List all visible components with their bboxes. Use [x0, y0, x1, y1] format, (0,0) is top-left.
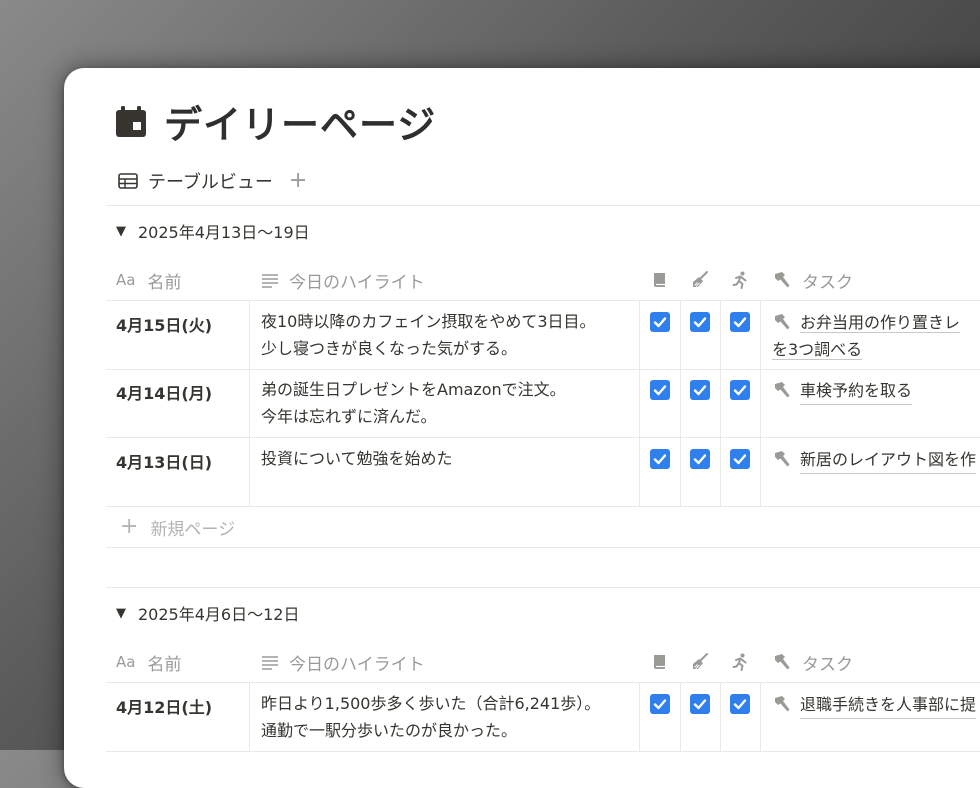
task-link[interactable]: 車検予約を取る — [800, 377, 913, 405]
running-icon — [730, 270, 750, 290]
view-tabs: テーブルビュー + — [118, 168, 307, 194]
column-header-highlight[interactable]: 今日のハイライト — [250, 260, 640, 300]
reading-checkbox[interactable] — [650, 380, 670, 400]
column-header-exercise[interactable] — [720, 642, 761, 682]
table-icon — [118, 173, 138, 189]
column-header-exercise[interactable] — [720, 260, 761, 300]
row-date[interactable]: 4月15日(火) — [116, 301, 249, 336]
page-title-row: デイリーページ — [114, 94, 436, 149]
new-page-button[interactable]: + 新規ページ — [106, 507, 980, 548]
database-page-window: デイリーページ テーブルビュー + ▼ 2025年4月13日～19日 Aa 名前 … — [64, 68, 980, 788]
cleaning-checkbox[interactable] — [690, 380, 710, 400]
column-header-name[interactable]: Aa 名前 — [106, 642, 250, 682]
row-highlight[interactable]: 弟の誕生日プレゼントをAmazonで注文。 今年は忘れずに済んだ。 — [261, 369, 639, 430]
task-relation: 退職手続きを人事部に提 — [772, 683, 980, 719]
text-lines-icon — [262, 656, 278, 670]
hammer-icon — [772, 694, 792, 714]
table-header-row: Aa 名前 今日のハイライト タスク — [106, 260, 980, 301]
row-date[interactable]: 4月12日(土) — [116, 683, 249, 718]
column-header-task[interactable]: タスク — [760, 260, 980, 300]
column-header-cleaning[interactable] — [680, 642, 721, 682]
exercise-checkbox[interactable] — [730, 694, 750, 714]
exercise-checkbox[interactable] — [730, 380, 750, 400]
cleaning-checkbox[interactable] — [690, 312, 710, 332]
hammer-icon — [772, 270, 792, 290]
task-link[interactable]: 新居のレイアウト図を作 — [800, 446, 977, 474]
task-relation: 新居のレイアウト図を作 — [772, 438, 980, 474]
table-header-row: Aa 名前 今日のハイライト タスク — [106, 642, 980, 683]
group-week-2: ▼ 2025年4月6日～12日 Aa 名前 今日のハイライト タスク 4月12日(… — [106, 588, 980, 788]
group-week-1: ▼ 2025年4月13日～19日 Aa 名前 今日のハイライト タスク 4月15日… — [106, 206, 980, 616]
broom-icon — [690, 270, 710, 290]
task-link-cont[interactable]: を3つ調べる — [772, 340, 863, 360]
text-property-icon: Aa — [116, 653, 136, 671]
calendar-icon — [116, 105, 146, 137]
reading-checkbox[interactable] — [650, 312, 670, 332]
text-property-icon: Aa — [116, 271, 136, 289]
hammer-icon — [772, 449, 792, 469]
row-highlight[interactable]: 投資について勉強を始めた — [261, 438, 639, 472]
broom-icon — [690, 652, 710, 672]
group-label: 2025年4月6日～12日 — [138, 605, 300, 624]
table-row[interactable]: 4月13日(日) 投資について勉強を始めた 新居のレイアウト図を作 — [106, 438, 980, 507]
column-header-task[interactable]: タスク — [760, 642, 980, 682]
column-header-name[interactable]: Aa 名前 — [106, 260, 250, 300]
collapse-triangle-icon[interactable]: ▼ — [116, 224, 126, 239]
row-date[interactable]: 4月13日(日) — [116, 438, 249, 473]
hammer-icon — [772, 652, 792, 672]
task-relation: 車検予約を取る — [772, 369, 980, 405]
group-header[interactable]: ▼ 2025年4月6日～12日 — [106, 588, 980, 638]
row-highlight[interactable]: 夜10時以降のカフェイン摂取をやめて3日目。 少し寝つきが良くなった気がする。 — [261, 301, 639, 362]
column-header-highlight[interactable]: 今日のハイライト — [250, 642, 640, 682]
column-header-cleaning[interactable] — [680, 260, 721, 300]
hammer-icon — [772, 312, 792, 332]
reading-checkbox[interactable] — [650, 694, 670, 714]
row-highlight[interactable]: 昨日より1,500歩多く歩いた（合計6,241歩）。 通勤で一駅分歩いたのが良かっ… — [261, 683, 639, 744]
table-row[interactable]: 4月12日(土) 昨日より1,500歩多く歩いた（合計6,241歩）。 通勤で一駅… — [106, 682, 980, 752]
group-header[interactable]: ▼ 2025年4月13日～19日 — [106, 206, 980, 256]
add-view-button[interactable]: + — [289, 170, 307, 192]
task-link[interactable]: お弁当用の作り置きレ — [800, 313, 961, 333]
cleaning-checkbox[interactable] — [690, 694, 710, 714]
task-link[interactable]: 退職手続きを人事部に提 — [800, 691, 977, 719]
book-icon — [650, 652, 670, 672]
book-icon — [650, 270, 670, 290]
text-lines-icon — [262, 274, 278, 288]
group-label: 2025年4月13日～19日 — [138, 223, 310, 242]
row-date[interactable]: 4月14日(月) — [116, 369, 249, 404]
plus-icon: + — [120, 514, 139, 539]
exercise-checkbox[interactable] — [730, 449, 750, 469]
cleaning-checkbox[interactable] — [690, 449, 710, 469]
hammer-icon — [772, 380, 792, 400]
reading-checkbox[interactable] — [650, 449, 670, 469]
tab-table-view[interactable]: テーブルビュー — [148, 168, 273, 194]
collapse-triangle-icon[interactable]: ▼ — [116, 606, 126, 621]
table-row[interactable]: 4月15日(火) 夜10時以降のカフェイン摂取をやめて3日目。 少し寝つきが良くな… — [106, 300, 980, 370]
running-icon — [730, 652, 750, 672]
column-header-book[interactable] — [640, 260, 681, 300]
task-relation: お弁当用の作り置きレを3つ調べる — [772, 301, 980, 363]
page-title: デイリーページ — [164, 103, 437, 147]
column-header-book[interactable] — [640, 642, 681, 682]
exercise-checkbox[interactable] — [730, 312, 750, 332]
table-row[interactable]: 4月14日(月) 弟の誕生日プレゼントをAmazonで注文。 今年は忘れずに済んだ… — [106, 369, 980, 438]
